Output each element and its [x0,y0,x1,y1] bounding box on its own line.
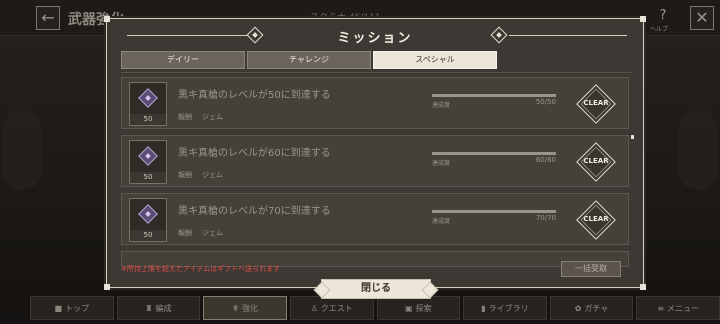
gem-icon [138,146,158,166]
mission-item: 50 黒キ真槍のレベルが70に到達する 報酬 ジェム 達成度 70/70 CLE… [121,193,629,245]
tab-challenge[interactable]: チャレンジ [247,51,371,69]
overflow-notice: ※所持上限を超えたアイテムはギフトへ送られます [121,265,281,273]
modal-title: ミッション [337,31,413,46]
tabs-divider [121,72,633,73]
mission-list[interactable]: 50 黒キ真槍のレベルが50に到達する 報酬 ジェム 達成度 50/50 CLE… [121,77,635,267]
clear-button[interactable]: CLEAR [576,142,616,182]
progress-bar [432,94,556,97]
progress-bar [432,152,556,155]
progress-label: 達成度 [432,218,451,225]
clear-label: CLEAR [583,99,609,107]
progress-value: 50/50 [535,98,556,106]
bulk-receive-button[interactable]: 一括受取 [561,261,621,277]
clear-button[interactable]: CLEAR [576,200,616,240]
reward-value: ジェム [202,229,223,237]
corner-ornament [104,284,110,290]
mission-item: 50 黒キ真槍のレベルが50に到達する 報酬 ジェム 達成度 50/50 CLE… [121,77,629,129]
scrollbar-thumb[interactable] [631,135,634,139]
gem-icon [138,88,158,108]
reward-quantity: 50 [130,172,166,183]
reward-label: 報酬 [178,171,192,179]
progress-fill [432,152,556,155]
reward-item[interactable]: 50 [129,198,167,242]
progress-fill [432,94,556,97]
progress-fill [432,210,556,213]
clear-label: CLEAR [583,157,609,165]
mission-modal: ミッション デイリー チャレンジ スペシャル 50 黒キ真槍のレベルが50に到達… [104,16,646,299]
progress-label: 達成度 [432,102,451,109]
close-modal-button[interactable]: 閉じる [321,279,431,299]
modal-header: ミッション [107,19,643,53]
corner-ornament [640,284,646,290]
reward-value: ジェム [202,171,223,179]
mission-item: 50 黒キ真槍のレベルが60に到達する 報酬 ジェム 達成度 60/60 CLE… [121,135,629,187]
progress-label: 達成度 [432,160,451,167]
reward-label: 報酬 [178,113,192,121]
gem-icon [138,204,158,224]
tab-special[interactable]: スペシャル [373,51,497,69]
clear-label: CLEAR [583,215,609,223]
reward-quantity: 50 [130,114,166,125]
mission-title: 黒キ真槍のレベルが70に到達する [178,206,331,217]
progress-value: 70/70 [535,214,556,222]
reward-item[interactable]: 50 [129,140,167,184]
mission-tabs: デイリー チャレンジ スペシャル [121,51,497,69]
tab-daily[interactable]: デイリー [121,51,245,69]
reward-value: ジェム [202,113,223,121]
reward-quantity: 50 [130,230,166,241]
progress-value: 60/60 [535,156,556,164]
reward-item[interactable]: 50 [129,82,167,126]
mission-title: 黒キ真槍のレベルが50に到達する [178,90,331,101]
mission-title: 黒キ真槍のレベルが60に到達する [178,148,331,159]
progress-bar [432,210,556,213]
clear-button[interactable]: CLEAR [576,84,616,124]
reward-label: 報酬 [178,229,192,237]
